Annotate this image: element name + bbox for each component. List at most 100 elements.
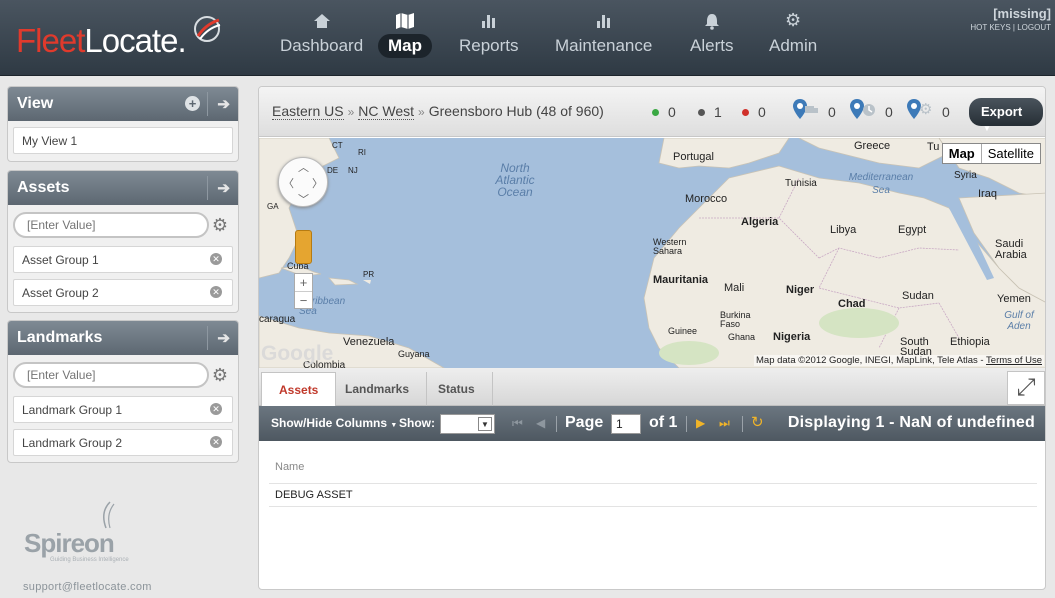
terms-link[interactable]: Terms of Use <box>986 355 1042 366</box>
logo-dot-text: . <box>177 22 186 59</box>
assets-panel-title: Assets <box>17 179 70 196</box>
page-of-label: of 1 <box>649 414 678 431</box>
tab-status[interactable]: Status <box>421 372 493 406</box>
gear-icon: ⚙ <box>785 10 802 30</box>
map-type-map[interactable]: Map <box>943 144 982 163</box>
map-label: Ethiopia <box>950 336 990 348</box>
landmark-group-item[interactable]: Landmark Group 2 ✕ <box>13 429 233 456</box>
landmarks-search-input[interactable] <box>13 362 209 388</box>
assets-search-input[interactable] <box>13 212 209 238</box>
nav-alerts[interactable]: Alerts <box>680 8 743 64</box>
view-item-label: My View 1 <box>22 134 78 148</box>
nav-dashboard[interactable]: Dashboard <box>270 8 373 64</box>
red-dot-icon <box>742 109 749 116</box>
remove-icon[interactable]: ✕ <box>210 286 222 298</box>
map-label: Guyana <box>398 349 430 359</box>
next-page-icon[interactable]: ▶ <box>696 416 705 430</box>
gray-dot-icon <box>698 109 705 116</box>
app-header: FleetLocate. Dashboard Map Reports Maint… <box>0 0 1055 76</box>
map-label: Venezuela <box>343 336 395 348</box>
display-count: Displaying 1 - NaN of undefined <box>787 414 1035 431</box>
nav-map[interactable]: Map <box>378 8 432 64</box>
remove-icon[interactable]: ✕ <box>210 403 222 415</box>
bar-chart-icon <box>545 8 662 34</box>
gear-icon[interactable]: ⚙ <box>210 365 230 385</box>
arrow-right-icon[interactable]: ➔ <box>217 329 230 347</box>
assets-panel: Assets ➔ ⚙ Asset Group 1 ✕ Asset Group 2… <box>7 170 239 313</box>
header-divider <box>207 176 208 200</box>
map-label: PR <box>363 270 375 279</box>
tab-landmarks[interactable]: Landmarks <box>328 372 428 406</box>
zoom-in-button[interactable]: + <box>295 274 312 292</box>
nav-maintenance-label: Maintenance <box>555 36 653 55</box>
user-name[interactable]: [missing] <box>970 6 1051 21</box>
nav-admin-label: Admin <box>769 36 818 55</box>
gear-icon[interactable]: ⚙ <box>210 215 230 235</box>
breadcrumb-current: Greensboro Hub (48 of 960) <box>428 103 604 119</box>
table-row[interactable]: DEBUG ASSET <box>269 485 1037 507</box>
remove-icon[interactable]: ✕ <box>210 253 222 265</box>
breadcrumb-eastern-us[interactable]: Eastern US <box>272 103 344 120</box>
landmark-group-label: Landmark Group 1 <box>22 403 123 417</box>
first-page-icon[interactable]: ⏮ <box>512 416 523 431</box>
last-page-icon[interactable]: ⏭ <box>719 416 730 431</box>
hot-keys-link[interactable]: HOT KEYS <box>970 23 1010 32</box>
view-panel: View + ➔ My View 1 <box>7 86 239 162</box>
nav-reports[interactable]: Reports <box>449 8 529 64</box>
column-header-name[interactable]: Name <box>275 461 304 473</box>
view-item[interactable]: My View 1 <box>13 127 233 154</box>
map-label: Niger <box>786 284 815 296</box>
tab-assets[interactable]: Assets <box>261 372 337 406</box>
map-label: Guinee <box>668 326 698 336</box>
export-button[interactable]: Export ▼ <box>969 98 1043 133</box>
attribution-text: Map data ©2012 Google, INEGI, MapLink, T… <box>756 355 987 366</box>
arrow-right-icon[interactable]: ➔ <box>217 95 230 113</box>
refresh-icon[interactable]: ↻ <box>751 413 764 431</box>
asset-group-label: Asset Group 2 <box>22 286 99 300</box>
asset-group-item[interactable]: Asset Group 2 ✕ <box>13 279 233 306</box>
prev-page-icon[interactable]: ◀ <box>536 416 545 430</box>
status-count-red[interactable]: 0 <box>742 104 766 120</box>
gear-icon: ⚙ <box>919 101 933 118</box>
map-label: Algeria <box>741 216 779 228</box>
pan-left-icon[interactable]: 〈 <box>283 175 294 191</box>
pan-down-icon[interactable]: ﹀ <box>298 191 309 207</box>
show-hide-columns-button[interactable]: Show/Hide Columns ▼ <box>271 416 397 430</box>
map-attribution: Map data ©2012 Google, INEGI, MapLink, T… <box>754 355 1044 366</box>
logout-link[interactable]: LOGOUT <box>1017 23 1051 32</box>
breadcrumb-nc-west[interactable]: NC West <box>358 103 415 120</box>
support-email[interactable]: support@fleetlocate.com <box>23 581 152 593</box>
map-label: Tunisia <box>785 178 817 189</box>
map-type-satellite[interactable]: Satellite <box>982 144 1040 163</box>
header-divider <box>207 92 208 116</box>
clock-icon <box>863 104 875 116</box>
map-label: Mali <box>724 282 745 294</box>
landmark-group-item[interactable]: Landmark Group 1 ✕ <box>13 396 233 423</box>
expand-icon[interactable]: ⤢ <box>1007 371 1045 405</box>
page-number-input[interactable] <box>611 414 641 434</box>
status-count-gray[interactable]: 1 <box>698 104 722 120</box>
pan-up-icon[interactable]: ︿ <box>298 159 309 175</box>
assets-search: ⚙ <box>13 212 233 240</box>
zoom-out-button[interactable]: − <box>295 292 312 309</box>
show-select[interactable]: ▼ <box>440 414 495 434</box>
status-count-value: 0 <box>668 104 676 120</box>
nav-maintenance[interactable]: Maintenance <box>545 8 662 64</box>
logo-locate-text: Locate <box>84 22 178 59</box>
status-count-green[interactable]: 0 <box>652 104 676 120</box>
remove-icon[interactable]: ✕ <box>210 436 222 448</box>
add-view-icon[interactable]: + <box>185 96 200 111</box>
asset-group-item[interactable]: Asset Group 1 ✕ <box>13 246 233 273</box>
landmark-group-label: Landmark Group 2 <box>22 436 123 450</box>
arrow-right-icon[interactable]: ➔ <box>217 179 230 197</box>
fleetlocate-logo[interactable]: FleetLocate. <box>16 22 187 60</box>
map-pan-control[interactable]: ︿ 〈 〉 ﹀ <box>278 157 328 207</box>
street-view-pegman-icon[interactable] <box>295 230 312 264</box>
nav-admin[interactable]: ⚙ Admin <box>759 8 827 64</box>
landmarks-panel-header: Landmarks ➔ <box>8 321 238 355</box>
map-label: Saudi Arabia <box>995 238 1027 261</box>
landmarks-panel: Landmarks ➔ ⚙ Landmark Group 1 ✕ Landmar… <box>7 320 239 463</box>
map-toolbar: Eastern US» NC West» Greensboro Hub (48 of… <box>259 87 1045 137</box>
map-view[interactable]: Portugal Greece Tu Tunisia Syria Mediter… <box>259 138 1045 368</box>
pan-right-icon[interactable]: 〉 <box>312 175 323 191</box>
